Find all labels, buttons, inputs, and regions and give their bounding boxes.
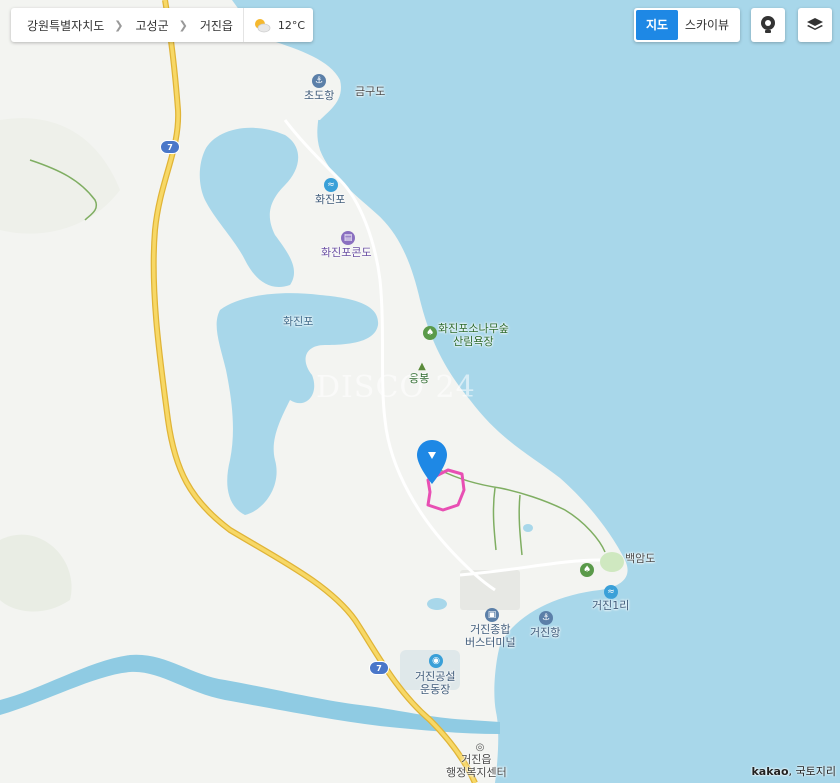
- label-hwajinpo-condo[interactable]: 화진포콘도: [321, 246, 372, 259]
- weather-widget[interactable]: 12°C: [243, 8, 313, 42]
- label-stadium[interactable]: 거진공설 운동장: [415, 670, 455, 696]
- bus-terminal-icon[interactable]: ▣: [485, 608, 499, 622]
- roadview-pin-icon: [761, 16, 775, 33]
- layers-icon: [807, 18, 823, 30]
- port-icon[interactable]: ⚓: [539, 611, 553, 625]
- port-icon[interactable]: ⚓: [312, 74, 326, 88]
- hotel-icon[interactable]: ▤: [341, 231, 355, 245]
- label-admin-center-line1: 거진읍: [461, 753, 492, 766]
- temperature: 12°C: [277, 18, 306, 32]
- label-hwajinpo-beach[interactable]: 화진포: [315, 193, 345, 206]
- layers-button[interactable]: [798, 8, 832, 42]
- label-admin-center[interactable]: 거진읍 행정복지센터: [446, 753, 507, 779]
- label-pine-forest-line2: 산림욕장: [453, 335, 494, 348]
- kakao-logo: kakao: [751, 765, 789, 778]
- label-geumgudo[interactable]: 금구도: [355, 85, 385, 98]
- park-icon[interactable]: ♠: [580, 563, 594, 577]
- breadcrumb-town[interactable]: 거진읍: [188, 17, 233, 34]
- breadcrumb-county[interactable]: 고성군: [124, 17, 169, 34]
- breadcrumb: 강원특별자치도 ❯ 고성군 ❯ 거진읍 12°C: [11, 8, 313, 42]
- label-bus-terminal-line2: 버스터미널: [465, 636, 516, 649]
- watermark: DISCO 24: [316, 370, 476, 405]
- beach-icon[interactable]: ≈: [324, 178, 338, 192]
- stadium-icon[interactable]: ◉: [429, 654, 443, 668]
- label-baegamdo[interactable]: 백암도: [625, 552, 655, 565]
- skyview-button[interactable]: 스카이뷰: [678, 10, 736, 40]
- label-stadium-line1: 거진공설: [415, 670, 456, 683]
- copyright-text: , 국토지리: [788, 765, 836, 778]
- label-stadium-line2: 운동장: [420, 683, 451, 696]
- partly-cloudy-icon: [254, 19, 271, 33]
- label-pine-forest-line1: 화진포소나무숲: [438, 322, 509, 335]
- highway-7-badge: 7: [160, 140, 180, 154]
- chevron-right-icon: ❯: [178, 18, 188, 32]
- label-pine-forest[interactable]: 화진포소나무숲 산림욕장: [438, 322, 509, 348]
- map-view-button[interactable]: 지도: [636, 10, 678, 40]
- map-type-toggle: 지도 스카이뷰: [634, 8, 740, 42]
- label-admin-center-line2: 행정복지센터: [446, 766, 507, 779]
- label-bus-terminal-line1: 거진종합: [470, 623, 511, 636]
- breadcrumb-province[interactable]: 강원특별자치도: [11, 17, 104, 34]
- label-bus-terminal[interactable]: 거진종합 버스터미널: [465, 623, 516, 649]
- label-chodohang[interactable]: 초도항: [304, 89, 334, 102]
- label-geojinhang[interactable]: 거진항: [530, 626, 560, 639]
- label-hwajinpo-lake: 화진포: [283, 315, 314, 328]
- chevron-right-icon: ❯: [114, 18, 124, 32]
- beach-icon[interactable]: ≈: [604, 585, 618, 599]
- forest-icon[interactable]: ♠: [423, 326, 437, 340]
- copyright: kakao, 국토지리: [751, 763, 836, 779]
- label-geojin1ri[interactable]: 거진1리: [592, 599, 629, 612]
- roadview-button[interactable]: [751, 8, 785, 42]
- highway-7-badge: 7: [369, 661, 389, 675]
